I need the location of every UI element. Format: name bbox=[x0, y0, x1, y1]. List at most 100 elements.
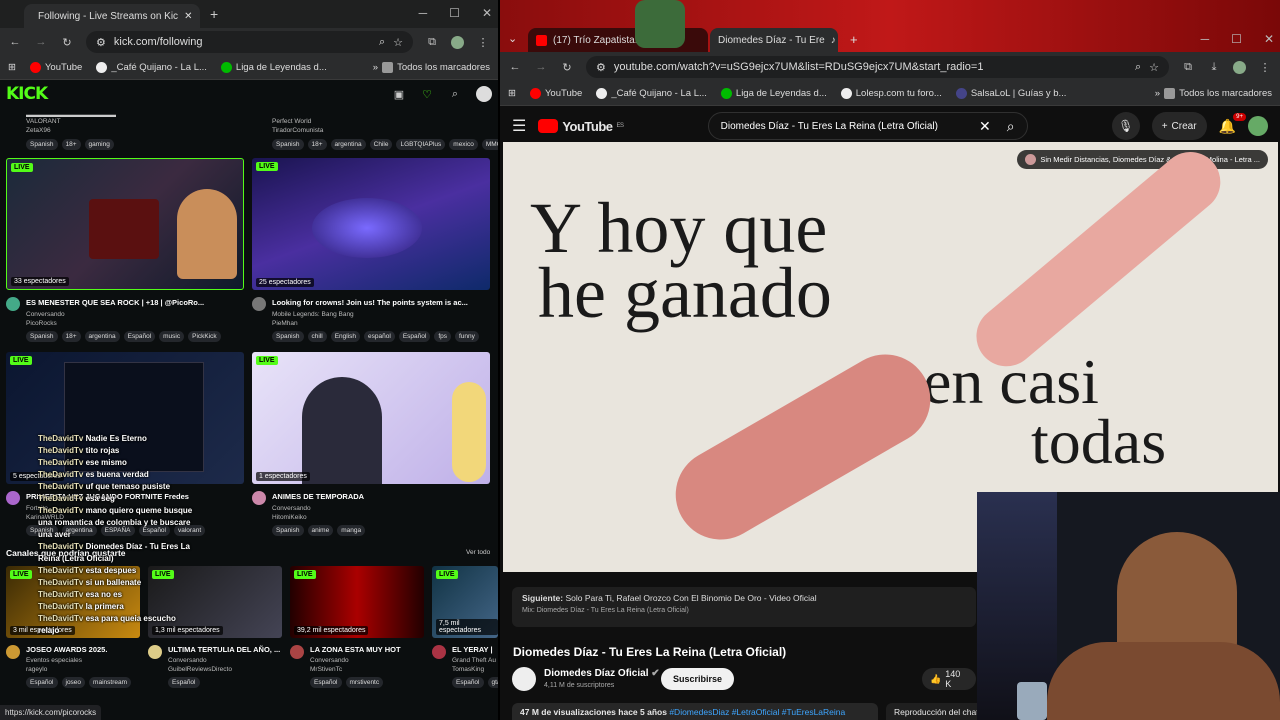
hamburger-menu-icon[interactable]: ☰ bbox=[512, 116, 526, 136]
bookmark-all[interactable]: » Todos los marcadores bbox=[1155, 88, 1272, 99]
channel-name-row[interactable]: Diomedes Díaz Oficial ✔ bbox=[544, 668, 660, 679]
hashtags[interactable]: #DiomedesDiaz #LetraOficial #TuEresLaRei… bbox=[669, 707, 845, 717]
avatar[interactable] bbox=[252, 297, 266, 311]
search-icon[interactable]: ⌕ bbox=[1007, 118, 1015, 135]
bookmark-star-icon[interactable]: ☆ bbox=[1149, 61, 1159, 74]
tag[interactable]: funny bbox=[454, 331, 479, 342]
stream-thumbnail[interactable]: LIVE 1 espectadores bbox=[252, 352, 490, 484]
zoom-icon[interactable]: ⌕ bbox=[1135, 61, 1141, 74]
tag[interactable]: Spanish bbox=[272, 331, 304, 342]
avatar[interactable] bbox=[148, 645, 162, 659]
download-icon[interactable]: ⤓ bbox=[1207, 60, 1221, 74]
clear-search-icon[interactable]: ✕ bbox=[979, 118, 991, 135]
avatar[interactable] bbox=[6, 645, 20, 659]
tag[interactable]: manga bbox=[337, 525, 366, 536]
tag[interactable]: fps bbox=[434, 331, 451, 342]
microphone-icon[interactable]: 🎙 bbox=[1111, 112, 1140, 140]
card-category[interactable]: Conversando bbox=[310, 657, 349, 664]
card-category[interactable]: Conversando bbox=[168, 657, 207, 664]
like-button[interactable]: 👍 140 K bbox=[922, 668, 976, 690]
tag[interactable]: 18+ bbox=[61, 139, 81, 150]
site-info-icon[interactable]: ⚙ bbox=[96, 36, 106, 49]
tag[interactable]: music bbox=[159, 331, 185, 342]
forward-icon[interactable]: → bbox=[534, 60, 548, 74]
tag[interactable]: español bbox=[364, 331, 395, 342]
audio-playing-icon[interactable]: ♪ bbox=[831, 35, 836, 46]
create-button[interactable]: + Crear bbox=[1151, 112, 1207, 140]
card-category[interactable]: Conversando bbox=[26, 311, 65, 318]
card-channel[interactable]: ZetaX96 bbox=[26, 127, 51, 134]
browse-icon[interactable]: ▣ bbox=[392, 87, 406, 101]
profile-avatar[interactable] bbox=[1233, 60, 1246, 74]
tag[interactable]: argentina bbox=[84, 331, 120, 342]
close-window-icon[interactable]: ✕ bbox=[1264, 32, 1274, 46]
card-category[interactable]: Conversando bbox=[272, 505, 311, 512]
tag[interactable]: mexico bbox=[449, 139, 478, 150]
card-title[interactable]: ULTIMA TERTULIA DEL AÑO, ... bbox=[168, 645, 280, 654]
user-avatar[interactable] bbox=[476, 86, 492, 102]
subscribe-button[interactable]: Suscribirse bbox=[661, 668, 735, 690]
new-tab-icon[interactable]: + bbox=[850, 32, 858, 47]
tag[interactable]: Español bbox=[310, 677, 342, 688]
tag[interactable]: mainstream bbox=[89, 677, 132, 688]
tag[interactable]: chill bbox=[307, 331, 327, 342]
tag[interactable]: English bbox=[330, 331, 361, 342]
extensions-icon[interactable]: ⧉ bbox=[425, 35, 439, 49]
avatar[interactable] bbox=[252, 491, 266, 505]
maximize-icon[interactable]: ☐ bbox=[449, 6, 460, 20]
bookmark-all[interactable]: » Todos los marcadores bbox=[373, 62, 490, 73]
stream-thumbnail[interactable]: LIVE 33 espectadores bbox=[6, 158, 244, 290]
up-next-panel[interactable]: Siguiente: Solo Para Ti, Rafael Orozco C… bbox=[512, 587, 976, 627]
card-channel[interactable]: PicoRocks bbox=[26, 320, 57, 327]
avatar[interactable] bbox=[6, 297, 20, 311]
bookmark-lolesp[interactable]: Lolesp.com tu foro... bbox=[840, 88, 942, 99]
bookmark-liga[interactable]: Liga de Leyendas d... bbox=[720, 88, 827, 99]
tag[interactable]: gta bbox=[487, 677, 498, 688]
channel-avatar[interactable] bbox=[512, 667, 536, 691]
back-icon[interactable]: ← bbox=[8, 35, 22, 49]
apps-icon[interactable]: ⊞ bbox=[508, 88, 516, 99]
heart-icon[interactable]: ♡ bbox=[420, 87, 434, 101]
card-title[interactable]: ES MENESTER QUE SEA ROCK | +18 | @PicoRo… bbox=[26, 298, 231, 307]
avatar[interactable] bbox=[290, 645, 304, 659]
address-bar[interactable]: ⚙ youtube.com/watch?v=uSG9ejcx7UM&list=R… bbox=[586, 56, 1169, 78]
playlist-chip[interactable]: Sin Medir Distancias, Diomedes Díaz & El… bbox=[1017, 150, 1268, 169]
menu-icon[interactable]: ⋮ bbox=[476, 35, 490, 49]
youtube-logo[interactable]: YouTube ES bbox=[538, 119, 624, 134]
tag[interactable]: 18+ bbox=[307, 139, 327, 150]
tag[interactable]: argentina bbox=[330, 139, 366, 150]
account-avatar[interactable] bbox=[1248, 116, 1268, 136]
profile-avatar[interactable] bbox=[451, 35, 464, 49]
card-category[interactable]: VALORANT bbox=[26, 118, 61, 125]
avatar[interactable] bbox=[432, 645, 446, 659]
maximize-icon[interactable]: ☐ bbox=[1231, 32, 1242, 46]
tab-search-icon[interactable]: ⌄ bbox=[508, 32, 517, 45]
tag[interactable]: LGBTQIAPlus bbox=[396, 139, 446, 150]
card-title[interactable]: Looking for crowns! Join us! The points … bbox=[272, 298, 477, 307]
card-category[interactable]: Eventos especiales bbox=[26, 657, 82, 664]
tag[interactable]: Español bbox=[123, 331, 156, 342]
close-tab-icon[interactable]: ✕ bbox=[184, 11, 192, 22]
search-icon[interactable]: ⌕ bbox=[448, 87, 462, 101]
card-channel[interactable]: MrStivenTc bbox=[310, 666, 342, 673]
tag[interactable]: Español bbox=[26, 677, 58, 688]
description-box[interactable]: 47 M de visualizaciones hace 5 años #Dio… bbox=[512, 703, 878, 720]
bookmark-liga[interactable]: Liga de Leyendas d... bbox=[220, 62, 327, 73]
card-category[interactable]: Mobile Legends: Bang Bang bbox=[272, 311, 354, 318]
see-all-link[interactable]: Ver todo bbox=[466, 549, 490, 556]
card-category[interactable]: Grand Theft Au bbox=[452, 657, 498, 664]
tag[interactable]: anime bbox=[307, 525, 334, 536]
tag[interactable]: gaming bbox=[84, 139, 114, 150]
card-title[interactable]: LA ZONA ESTA MUY HOT bbox=[310, 645, 422, 654]
tag[interactable]: Spanish bbox=[26, 331, 58, 342]
bookmark-salsalol[interactable]: SalsaLoL | Guías y b... bbox=[955, 88, 1066, 99]
back-icon[interactable]: ← bbox=[508, 60, 522, 74]
extensions-icon[interactable]: ⧉ bbox=[1181, 60, 1195, 74]
new-tab-icon[interactable]: + bbox=[210, 6, 218, 22]
address-bar[interactable]: ⚙ kick.com/following ⌕ ☆ bbox=[86, 31, 413, 53]
card-category[interactable]: Perfect World bbox=[272, 118, 311, 125]
tag[interactable]: Español bbox=[168, 677, 200, 688]
stream-thumbnail[interactable]: LIVE 25 espectadores bbox=[252, 158, 490, 290]
tag[interactable]: joseo bbox=[61, 677, 86, 688]
bookmark-cafe[interactable]: _Café Quijano - La L... bbox=[96, 62, 207, 73]
